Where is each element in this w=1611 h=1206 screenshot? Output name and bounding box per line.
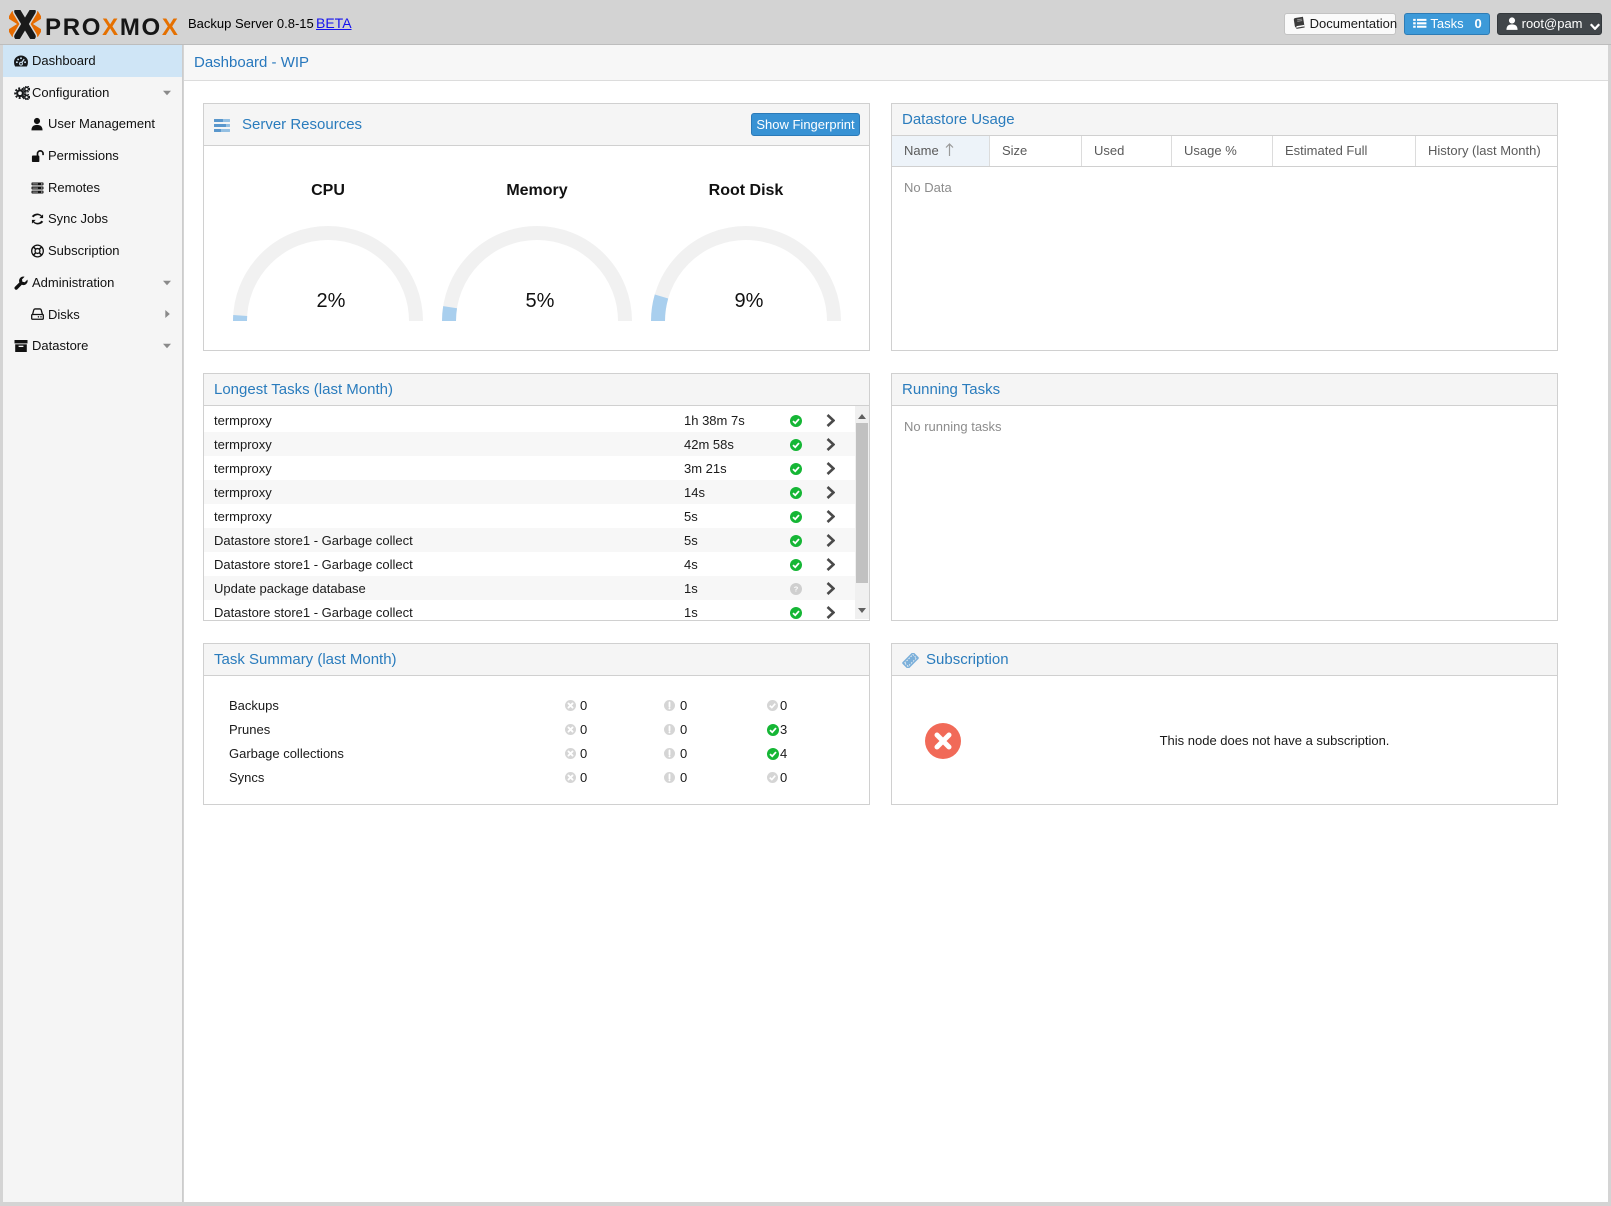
svg-text:?: ?: [794, 584, 799, 593]
